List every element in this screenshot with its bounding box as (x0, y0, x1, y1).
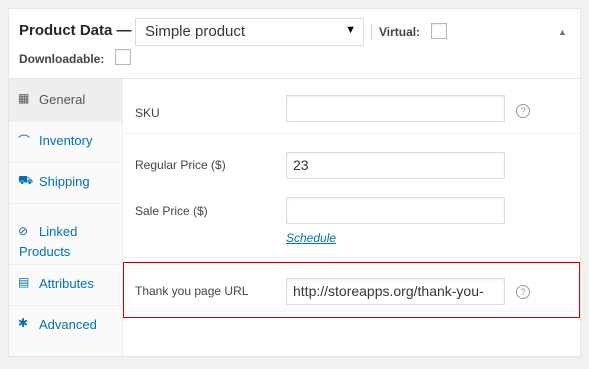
row-divider (124, 133, 580, 134)
tab-linked-products[interactable]: ⊘ Linked Products (9, 204, 123, 264)
downloadable-label: Downloadable: (19, 52, 105, 66)
product-data-header: Product Data — Simple product ▼ Virtual:… (9, 9, 580, 79)
collapse-arrow-icon[interactable]: ▲ (558, 27, 567, 37)
gear-icon: ✱ (18, 316, 29, 330)
inventory-icon: ⌒ (18, 134, 31, 148)
tab-attributes-label: Attributes (39, 276, 94, 291)
row-divider (124, 257, 580, 258)
schedule-link[interactable]: Schedule (286, 231, 336, 245)
link-icon: ⊘ (18, 224, 29, 238)
product-type-value: Simple product (145, 23, 246, 40)
divider (371, 24, 372, 40)
tab-advanced[interactable]: ✱ Advanced (9, 306, 123, 346)
sku-label: SKU (135, 106, 160, 120)
sku-input[interactable] (286, 95, 505, 122)
tab-attributes[interactable]: ▤ Attributes (9, 265, 123, 305)
help-icon[interactable]: ? (516, 104, 530, 118)
product-type-select[interactable]: Simple product ▼ (135, 18, 364, 46)
list-icon: ▤ (18, 275, 30, 289)
tab-shipping[interactable]: ⛟ Shipping (9, 163, 123, 203)
product-data-tabs: ▦ General ⌒ Inventory ⛟ Shipping ⊘ Linke… (9, 79, 123, 356)
tab-inventory-label: Inventory (39, 133, 93, 148)
tab-inventory[interactable]: ⌒ Inventory (9, 122, 123, 162)
regular-price-label: Regular Price ($) (135, 158, 226, 172)
virtual-label: Virtual: (379, 25, 421, 39)
tab-general[interactable]: ▦ General (9, 79, 123, 121)
tab-linked-label-line2: Products (19, 244, 71, 259)
sale-price-input[interactable] (286, 197, 505, 224)
chevron-down-icon: ▼ (345, 24, 356, 36)
sale-price-label: Sale Price ($) (135, 204, 208, 218)
truck-icon: ⛟ (18, 173, 34, 187)
virtual-checkbox[interactable] (431, 23, 447, 39)
regular-price-input[interactable]: 23 (286, 152, 505, 179)
tab-linked-label: Linked (39, 224, 78, 239)
tab-advanced-label: Advanced (39, 317, 97, 332)
panel-title: Product Data — (19, 22, 132, 39)
tab-shipping-label: Shipping (39, 174, 90, 189)
highlight-box (123, 262, 580, 318)
grid-icon: ▦ (18, 91, 30, 105)
tab-general-label: General (39, 92, 86, 107)
downloadable-checkbox[interactable] (115, 49, 131, 65)
